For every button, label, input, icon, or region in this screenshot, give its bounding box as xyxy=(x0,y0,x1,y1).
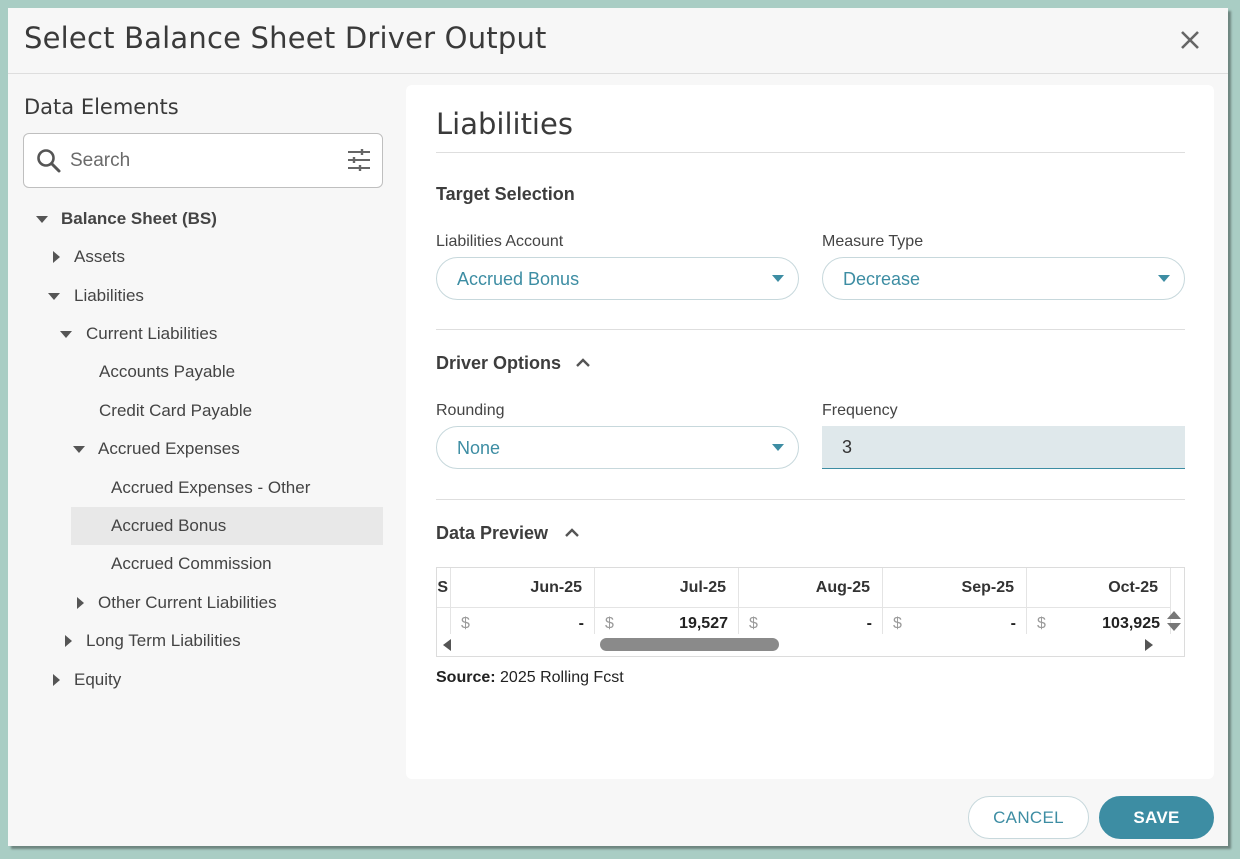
grid-column-partial: S xyxy=(437,568,451,634)
caret-down-icon[interactable] xyxy=(47,277,61,315)
search-box[interactable] xyxy=(23,133,383,188)
caret-down-icon xyxy=(1158,275,1170,282)
measure-type-select[interactable]: Decrease xyxy=(822,257,1185,300)
chevron-up-icon[interactable] xyxy=(574,354,592,372)
column-header: Jun-25 xyxy=(451,568,594,608)
tree-item-label: Long Term Liabilities xyxy=(86,631,241,650)
grid-cell[interactable]: $ - xyxy=(451,608,594,634)
vertical-scroll-arrows-icon[interactable] xyxy=(1165,608,1183,634)
tree-item-label: Accrued Bonus xyxy=(111,516,227,535)
tree-item-accrued-bonus[interactable]: Accrued Bonus xyxy=(71,507,383,545)
tree-item-credit-card-payable[interactable]: Credit Card Payable xyxy=(23,392,383,430)
tree-item-label: Accrued Commission xyxy=(111,554,272,573)
tree-item-assets[interactable]: Assets xyxy=(23,238,383,276)
tree-item-label: Accounts Payable xyxy=(99,362,236,381)
grid-cell[interactable]: $ - xyxy=(739,608,882,634)
data-preview-heading: Data Preview xyxy=(436,523,549,543)
grid-cell[interactable]: $ - xyxy=(883,608,1026,634)
tree-item-label: Assets xyxy=(74,247,126,266)
tree-item-equity[interactable]: Equity xyxy=(23,661,383,699)
grid-cell[interactable]: $ 19,527 xyxy=(595,608,738,634)
grid-column: Aug-25 $ - xyxy=(739,568,883,634)
tree-item-label: Balance Sheet (BS) xyxy=(61,209,217,228)
scroll-thumb[interactable] xyxy=(600,638,779,651)
save-button[interactable]: SAVE xyxy=(1099,796,1214,839)
divider xyxy=(436,329,1185,330)
grid-column: Sep-25 $ - xyxy=(883,568,1027,634)
column-header: Jul-25 xyxy=(595,568,738,608)
tree-item-liabilities[interactable]: Liabilities xyxy=(23,277,383,315)
chevron-up-icon[interactable] xyxy=(563,524,581,542)
scroll-left-icon[interactable] xyxy=(441,638,453,652)
search-icon xyxy=(37,149,61,173)
tree-item-accrued-commission[interactable]: Accrued Commission xyxy=(23,545,383,583)
cancel-button[interactable]: CANCEL xyxy=(968,796,1089,839)
tree-item-label: Current Liabilities xyxy=(86,324,218,343)
measure-type-label: Measure Type xyxy=(822,233,924,250)
rounding-label: Rounding xyxy=(436,402,505,419)
frequency-label: Frequency xyxy=(822,402,898,419)
horizontal-scrollbar[interactable] xyxy=(437,634,1184,656)
tree-item-label: Other Current Liabilities xyxy=(98,593,277,612)
caret-right-icon[interactable] xyxy=(49,661,63,699)
select-value: Accrued Bonus xyxy=(457,269,580,289)
caret-down-icon xyxy=(772,275,784,282)
rounding-select[interactable]: None xyxy=(436,426,799,469)
tree-item-label: Accrued Expenses - Other xyxy=(111,478,311,497)
divider xyxy=(436,499,1185,500)
select-value: None xyxy=(457,438,501,458)
tree-item-label: Accrued Expenses xyxy=(98,439,240,458)
source-value: 2025 Rolling Fcst xyxy=(500,669,624,686)
tree-item-other-current-liabilities[interactable]: Other Current Liabilities xyxy=(23,584,383,622)
content-panel: Liabilities Target Selection Liabilities… xyxy=(406,85,1214,779)
grid-column: Oct-25 $ 103,925 xyxy=(1027,568,1171,634)
tree-item-label: Equity xyxy=(74,670,122,689)
caret-right-icon[interactable] xyxy=(49,238,63,276)
divider xyxy=(436,152,1185,153)
tree-item-accrued-expenses-other[interactable]: Accrued Expenses - Other xyxy=(23,469,383,507)
caret-right-icon[interactable] xyxy=(73,584,87,622)
source-label: Source: xyxy=(436,669,496,686)
caret-right-icon[interactable] xyxy=(61,622,75,660)
frequency-input[interactable] xyxy=(822,426,1185,469)
content-title: Liabilities xyxy=(436,107,573,141)
data-source: Source: 2025 Rolling Fcst xyxy=(436,669,624,687)
liabilities-account-label: Liabilities Account xyxy=(436,233,564,250)
data-elements-title: Data Elements xyxy=(24,95,179,119)
close-icon[interactable] xyxy=(1178,28,1202,52)
caret-down-icon xyxy=(772,444,784,451)
caret-down-icon[interactable] xyxy=(72,430,86,468)
column-header: S xyxy=(437,568,450,608)
grid-column: Jun-25 $ - xyxy=(451,568,595,634)
column-header: Aug-25 xyxy=(739,568,882,608)
select-value: Decrease xyxy=(843,269,921,289)
tree-item-current-liabilities[interactable]: Current Liabilities xyxy=(23,315,383,353)
target-selection-heading: Target Selection xyxy=(436,184,575,204)
filter-settings-icon[interactable] xyxy=(346,147,372,173)
tree-item-accounts-payable[interactable]: Accounts Payable xyxy=(23,353,383,391)
data-preview-grid[interactable]: S Jun-25 $ - Jul-25 $ 19,527 Aug-25 $ - … xyxy=(436,567,1185,657)
scroll-right-icon[interactable] xyxy=(1143,638,1155,652)
dialog-title: Select Balance Sheet Driver Output xyxy=(24,21,547,55)
driver-options-heading: Driver Options xyxy=(436,353,562,373)
grid-column: Jul-25 $ 19,527 xyxy=(595,568,739,634)
tree-item-label: Liabilities xyxy=(74,286,144,305)
tree-item-accrued-expenses[interactable]: Accrued Expenses xyxy=(23,430,383,468)
liabilities-account-select[interactable]: Accrued Bonus xyxy=(436,257,799,300)
column-header: Oct-25 xyxy=(1027,568,1170,608)
grid-cell[interactable]: $ 103,925 xyxy=(1027,608,1170,634)
caret-down-icon[interactable] xyxy=(59,315,73,353)
tree-item-label: Credit Card Payable xyxy=(99,401,253,420)
column-header: Sep-25 xyxy=(883,568,1026,608)
search-input[interactable] xyxy=(70,146,330,176)
driver-output-dialog: Select Balance Sheet Driver Output Data … xyxy=(8,8,1228,846)
dialog-header: Select Balance Sheet Driver Output xyxy=(8,8,1228,74)
tree-item-balance-sheet[interactable]: Balance Sheet (BS) xyxy=(23,200,383,238)
tree-item-long-term-liabilities[interactable]: Long Term Liabilities xyxy=(23,622,383,660)
caret-down-icon[interactable] xyxy=(35,200,49,238)
